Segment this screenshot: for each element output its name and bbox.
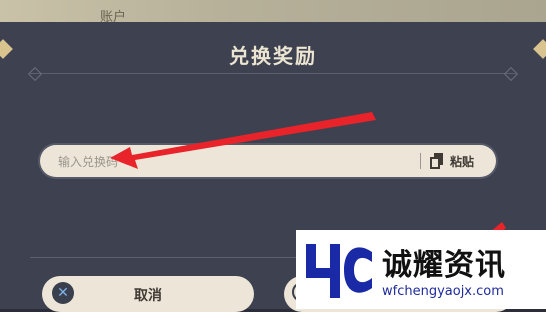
watermark-url: wfchengyaojx.com — [382, 284, 504, 299]
watermark: 诚耀资讯 wfchengyaojx.com — [296, 230, 546, 309]
cancel-label: 取消 — [134, 288, 162, 304]
red-arrow-annotation — [110, 112, 376, 169]
watermark-logo-icon — [306, 244, 372, 298]
watermark-title: 诚耀资讯 — [382, 248, 506, 283]
cancel-button[interactable]: ✕ 取消 — [42, 276, 254, 312]
